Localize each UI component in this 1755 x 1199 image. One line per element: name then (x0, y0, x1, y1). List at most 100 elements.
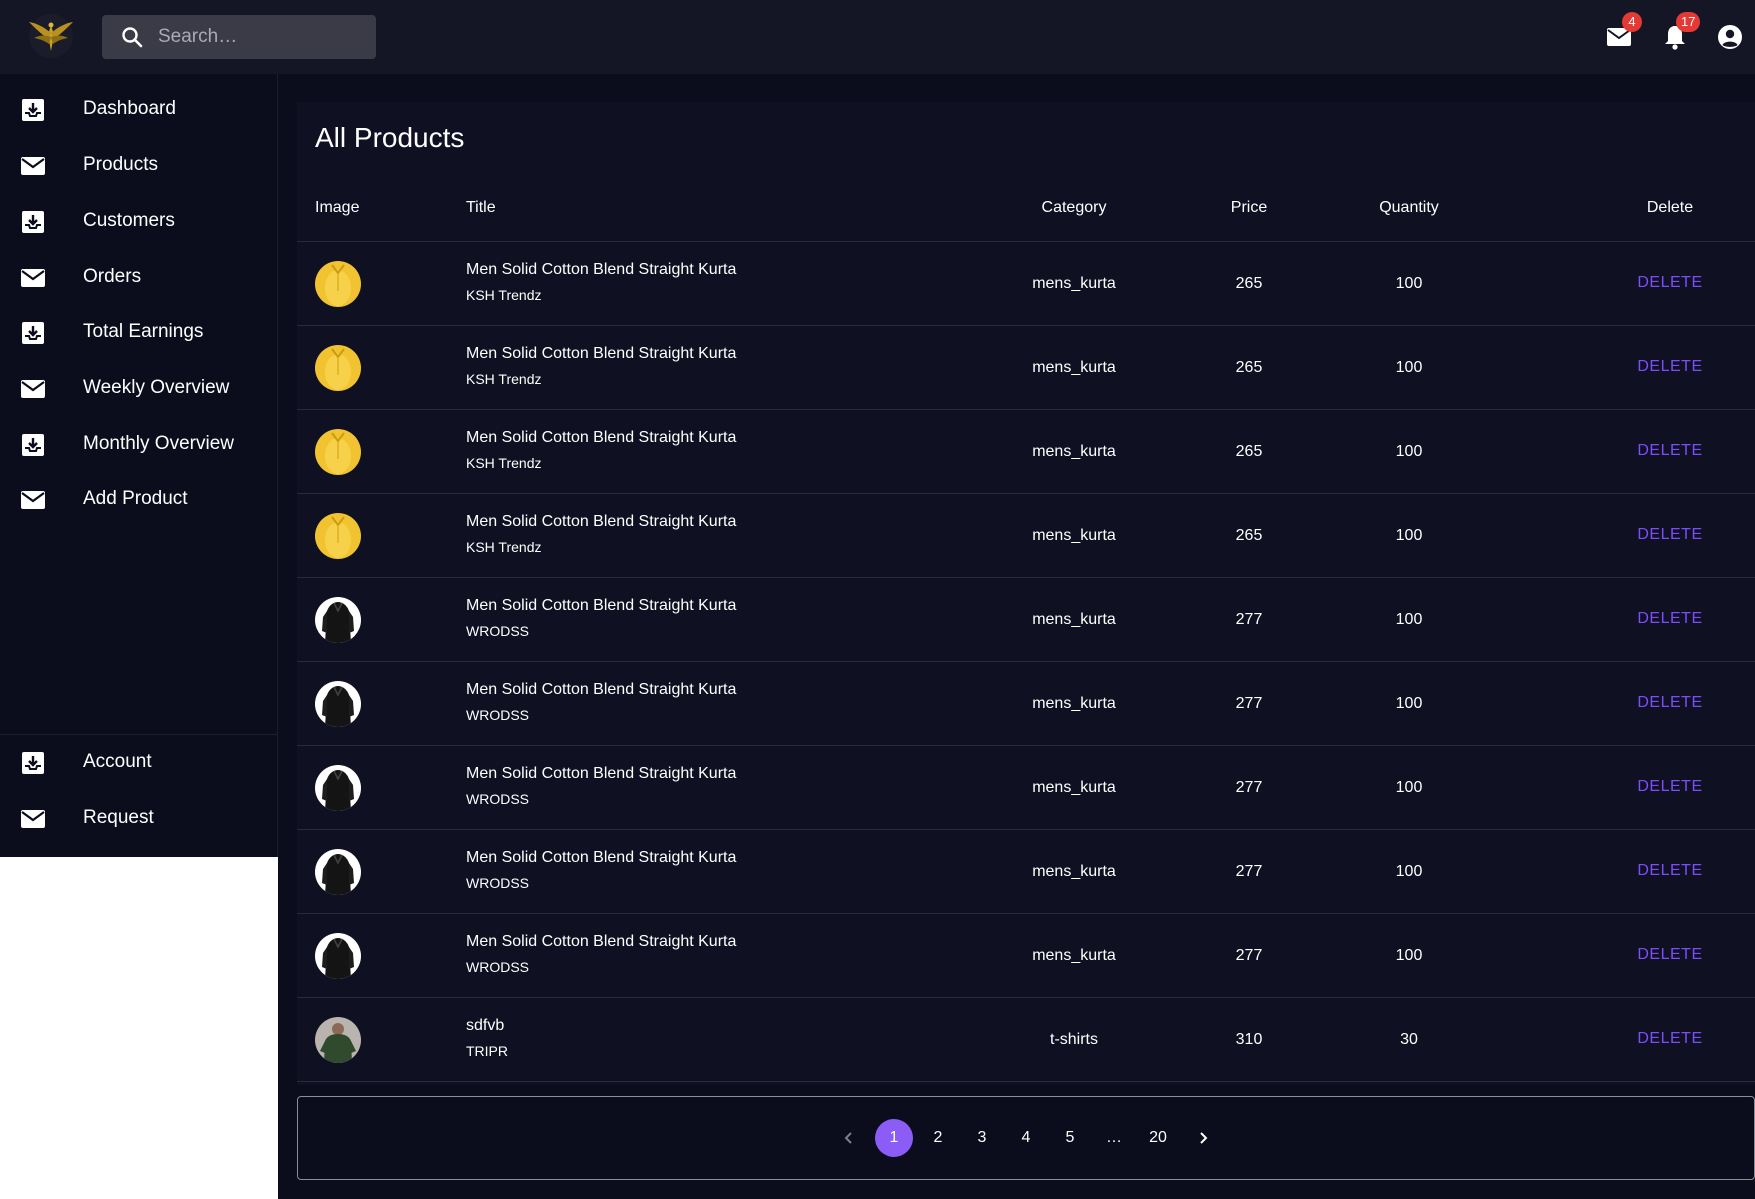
search-input[interactable] (158, 15, 368, 59)
mail-icon (21, 810, 45, 828)
table-row: Men Solid Cotton Blend Straight Kurta WRO… (297, 578, 1755, 662)
product-category: t-shirts (1050, 1031, 1098, 1048)
delete-button[interactable]: DELETE (1620, 1030, 1720, 1048)
delete-button[interactable]: DELETE (1620, 778, 1720, 796)
sidebar-item-dashboard[interactable]: Dashboard (0, 84, 278, 136)
column-header-quantity: Quantity (1379, 199, 1439, 216)
sidebar: Dashboard Products Customers Orders Tota… (0, 74, 278, 857)
table-row: sdfvb TRIPR t-shirts 310 30 DELETE (297, 998, 1755, 1082)
product-title: Men Solid Cotton Blend Straight Kurta (466, 681, 737, 698)
product-quantity: 100 (1395, 527, 1423, 544)
mail-icon (21, 157, 45, 175)
inbox-download-icon (22, 434, 44, 456)
column-header-category: Category (1041, 199, 1107, 216)
notifications-button[interactable]: 17 (1660, 12, 1701, 52)
delete-button[interactable]: DELETE (1620, 694, 1720, 712)
sidebar-item-label: Products (83, 154, 158, 175)
product-quantity: 100 (1395, 947, 1423, 964)
product-title: Men Solid Cotton Blend Straight Kurta (466, 849, 737, 866)
inbox-download-icon (22, 322, 44, 344)
sidebar-item-label: Total Earnings (83, 321, 204, 342)
product-category: mens_kurta (1032, 275, 1116, 292)
sidebar-item-label: Customers (83, 210, 175, 231)
page-title: All Products (315, 122, 465, 153)
delete-button[interactable]: DELETE (1620, 442, 1720, 460)
product-title: Men Solid Cotton Blend Straight Kurta (466, 513, 737, 530)
product-brand: KSH Trendz (466, 287, 542, 303)
product-brand: KSH Trendz (466, 455, 542, 471)
search-box (102, 15, 376, 59)
mail-icon (21, 269, 45, 287)
delete-button[interactable]: DELETE (1620, 946, 1720, 964)
product-thumbnail (315, 765, 361, 811)
table-row: Men Solid Cotton Blend Straight Kurta KSH… (297, 494, 1755, 578)
product-thumbnail (315, 261, 361, 307)
sidebar-item-monthly-overview[interactable]: Monthly Overview (0, 419, 278, 471)
sidebar-item-label: Orders (83, 266, 142, 287)
column-header-title: Title (466, 199, 496, 216)
product-price: 310 (1235, 1031, 1263, 1048)
product-quantity: 100 (1395, 863, 1423, 880)
product-brand: WRODSS (466, 959, 529, 975)
delete-button[interactable]: DELETE (1620, 274, 1720, 292)
product-quantity: 100 (1395, 611, 1423, 628)
page-button-2[interactable]: 2 (919, 1119, 957, 1157)
delete-button[interactable]: DELETE (1620, 526, 1720, 544)
sidebar-item-weekly-overview[interactable]: Weekly Overview (0, 363, 278, 415)
eagle-logo-icon[interactable] (26, 13, 76, 59)
product-title: Men Solid Cotton Blend Straight Kurta (466, 345, 737, 362)
product-thumbnail (315, 681, 361, 727)
next-page-button[interactable] (1184, 1119, 1222, 1157)
product-thumbnail (315, 849, 361, 895)
inbox-download-icon (22, 752, 44, 774)
sidebar-item-add-product[interactable]: Add Product (0, 474, 278, 526)
chevron-right-icon (1200, 1132, 1208, 1144)
sidebar-item-orders[interactable]: Orders (0, 252, 278, 304)
sidebar-item-label: Request (83, 807, 154, 828)
product-thumbnail (315, 429, 361, 475)
notifications-badge: 17 (1676, 12, 1701, 32)
product-quantity: 30 (1400, 1031, 1418, 1048)
table-row: Men Solid Cotton Blend Straight Kurta KSH… (297, 326, 1755, 410)
product-category: mens_kurta (1032, 611, 1116, 628)
delete-button[interactable]: DELETE (1620, 862, 1720, 880)
sidebar-item-products[interactable]: Products (0, 140, 278, 192)
product-price: 277 (1235, 611, 1263, 628)
product-title: Men Solid Cotton Blend Straight Kurta (466, 933, 737, 950)
mail-button[interactable]: 4 (1604, 12, 1642, 52)
page-button-4[interactable]: 4 (1007, 1119, 1045, 1157)
product-brand: KSH Trendz (466, 371, 542, 387)
product-price: 277 (1235, 695, 1263, 712)
sidebar-item-request[interactable]: Request (0, 793, 278, 845)
sidebar-item-label: Monthly Overview (83, 433, 234, 454)
product-title: Men Solid Cotton Blend Straight Kurta (466, 261, 737, 278)
product-price: 265 (1235, 527, 1263, 544)
mail-badge: 4 (1622, 12, 1642, 32)
delete-button[interactable]: DELETE (1620, 610, 1720, 628)
previous-page-button[interactable] (830, 1119, 868, 1157)
product-brand: KSH Trendz (466, 539, 542, 555)
sidebar-item-label: Account (83, 751, 152, 772)
product-brand: WRODSS (466, 791, 529, 807)
page-button-20[interactable]: 20 (1139, 1119, 1177, 1157)
inbox-download-icon (22, 211, 44, 233)
sidebar-item-customers[interactable]: Customers (0, 196, 278, 248)
sidebar-item-account[interactable]: Account (0, 737, 278, 789)
account-circle-icon (1718, 25, 1742, 49)
product-brand: WRODSS (466, 875, 529, 891)
page-button-5[interactable]: 5 (1051, 1119, 1089, 1157)
table-row: Men Solid Cotton Blend Straight Kurta KSH… (297, 242, 1755, 326)
page-button-3[interactable]: 3 (963, 1119, 1001, 1157)
product-quantity: 100 (1395, 695, 1423, 712)
table-row: Men Solid Cotton Blend Straight Kurta WRO… (297, 746, 1755, 830)
sidebar-item-label: Add Product (83, 488, 188, 509)
delete-button[interactable]: DELETE (1620, 358, 1720, 376)
product-thumbnail (315, 513, 361, 559)
table-row: Men Solid Cotton Blend Straight Kurta WRO… (297, 914, 1755, 998)
account-button[interactable] (1715, 22, 1745, 52)
product-thumbnail (315, 1017, 361, 1063)
column-header-delete: Delete (1646, 199, 1694, 216)
search-icon (122, 27, 143, 48)
sidebar-item-total-earnings[interactable]: Total Earnings (0, 307, 278, 359)
page-button-1[interactable]: 1 (875, 1119, 913, 1157)
